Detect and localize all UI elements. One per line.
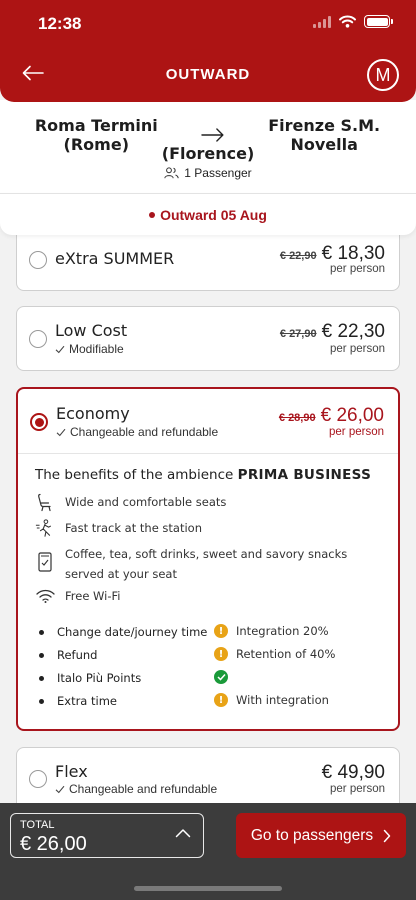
benefit-item: Coffee, tea, soft drinks, sweet and savo… — [35, 544, 355, 584]
offer-name: eXtra SUMMER — [55, 249, 175, 268]
offer-feature: Changeable and refundable — [55, 782, 217, 796]
condition-value: ! With integration — [214, 693, 329, 707]
condition-value: ! Integration 20% — [214, 624, 329, 638]
bullet — [39, 698, 44, 704]
page-title: OUTWARD — [165, 66, 251, 83]
check-icon — [55, 785, 65, 793]
warning-icon: ! — [214, 647, 228, 661]
offer-name: Economy — [56, 404, 130, 423]
home-indicator — [134, 886, 282, 891]
offer-feature: Changeable and refundable — [56, 425, 218, 439]
chevron-up-icon — [175, 829, 191, 838]
offer-radio-selected[interactable] — [30, 413, 48, 431]
arrow-right-icon — [200, 128, 224, 142]
old-price: € 28,90 — [278, 412, 316, 424]
ambience-name: PRIMA BUSINESS — [237, 467, 372, 483]
offer-economy[interactable]: Economy Changeable and refundable € 28,9… — [16, 387, 400, 731]
avatar[interactable]: M — [367, 59, 399, 91]
old-price: € 22,90 — [279, 250, 317, 262]
per-person-label: per person — [330, 263, 385, 275]
battery-icon — [364, 15, 393, 28]
passenger-count: 1 Passenger — [0, 166, 416, 180]
current-price: € 22,30 — [321, 321, 385, 342]
total-label: TOTAL — [20, 819, 55, 831]
seat-icon — [35, 492, 55, 512]
offer-price: € 22,90 € 18,30 — [280, 243, 385, 265]
offer-name: Low Cost — [55, 321, 128, 340]
current-price: € 18,30 — [321, 243, 385, 264]
bullet — [39, 629, 44, 635]
total-summary-toggle[interactable]: TOTAL € 26,00 — [10, 813, 204, 858]
signal-icon — [313, 15, 331, 28]
date-dot-icon — [149, 211, 156, 218]
snack-icon — [35, 552, 55, 572]
offer-price: € 49,90 — [322, 762, 385, 784]
check-circle-icon — [214, 670, 228, 684]
destination-city: (Florence) — [161, 144, 255, 163]
fast-track-icon — [35, 518, 55, 538]
offer-feature: Modifiable — [55, 342, 124, 356]
wifi-icon — [35, 586, 55, 606]
offer-price: € 27,90 € 22,30 — [280, 321, 385, 343]
go-to-passengers-button[interactable]: Go to passengers — [236, 813, 406, 858]
route-summary: Roma Termini (Rome) Firenze S.M. Novella… — [0, 100, 416, 193]
outward-date-label: Outward 05 Aug — [160, 206, 267, 223]
cta-label: Go to passengers — [250, 826, 374, 844]
per-person-label: per person — [330, 783, 385, 795]
app-header: 12:38 OUTWARD M — [0, 0, 416, 102]
status-icons — [313, 15, 393, 28]
bullet — [39, 675, 44, 681]
warning-icon: ! — [214, 624, 228, 638]
offer-name: Flex — [55, 762, 88, 781]
per-person-label: per person — [330, 343, 385, 355]
warning-icon: ! — [214, 693, 228, 707]
condition-change-date: Change date/journey time — [39, 625, 207, 639]
condition-value: ! Retention of 40% — [214, 647, 335, 661]
total-value: € 26,00 — [20, 833, 87, 855]
old-price: € 27,90 — [279, 328, 317, 340]
condition-extra-time: Extra time — [39, 694, 117, 708]
check-icon — [55, 345, 65, 353]
people-icon — [164, 167, 179, 179]
condition-value — [214, 670, 236, 684]
divider — [18, 453, 398, 454]
current-price: € 26,00 — [320, 405, 384, 426]
offer-radio[interactable] — [29, 251, 47, 269]
current-price: € 49,90 — [321, 762, 385, 783]
offer-radio[interactable] — [29, 330, 47, 348]
bullet — [39, 652, 44, 658]
benefit-item: Wide and comfortable seats — [35, 492, 226, 512]
offer-radio[interactable] — [29, 770, 47, 788]
offer-price: € 28,90 € 26,00 — [279, 405, 384, 427]
outward-date: Outward 05 Aug — [0, 193, 416, 235]
chevron-right-icon — [383, 829, 391, 842]
check-icon — [56, 428, 66, 436]
offer-low-cost[interactable]: Low Cost Modifiable € 27,90 € 22,30 per … — [16, 306, 400, 371]
benefit-item: Fast track at the station — [35, 518, 202, 538]
condition-points: Italo Più Points — [39, 671, 141, 685]
wifi-status-icon — [339, 15, 356, 28]
per-person-label: per person — [329, 426, 384, 438]
benefits-title: The benefits of the ambience PRIMA BUSIN… — [35, 467, 372, 483]
status-time: 12:38 — [38, 14, 82, 33]
condition-refund: Refund — [39, 648, 97, 662]
benefit-item: Free Wi-Fi — [35, 586, 121, 606]
passenger-label: 1 Passenger — [184, 166, 252, 180]
